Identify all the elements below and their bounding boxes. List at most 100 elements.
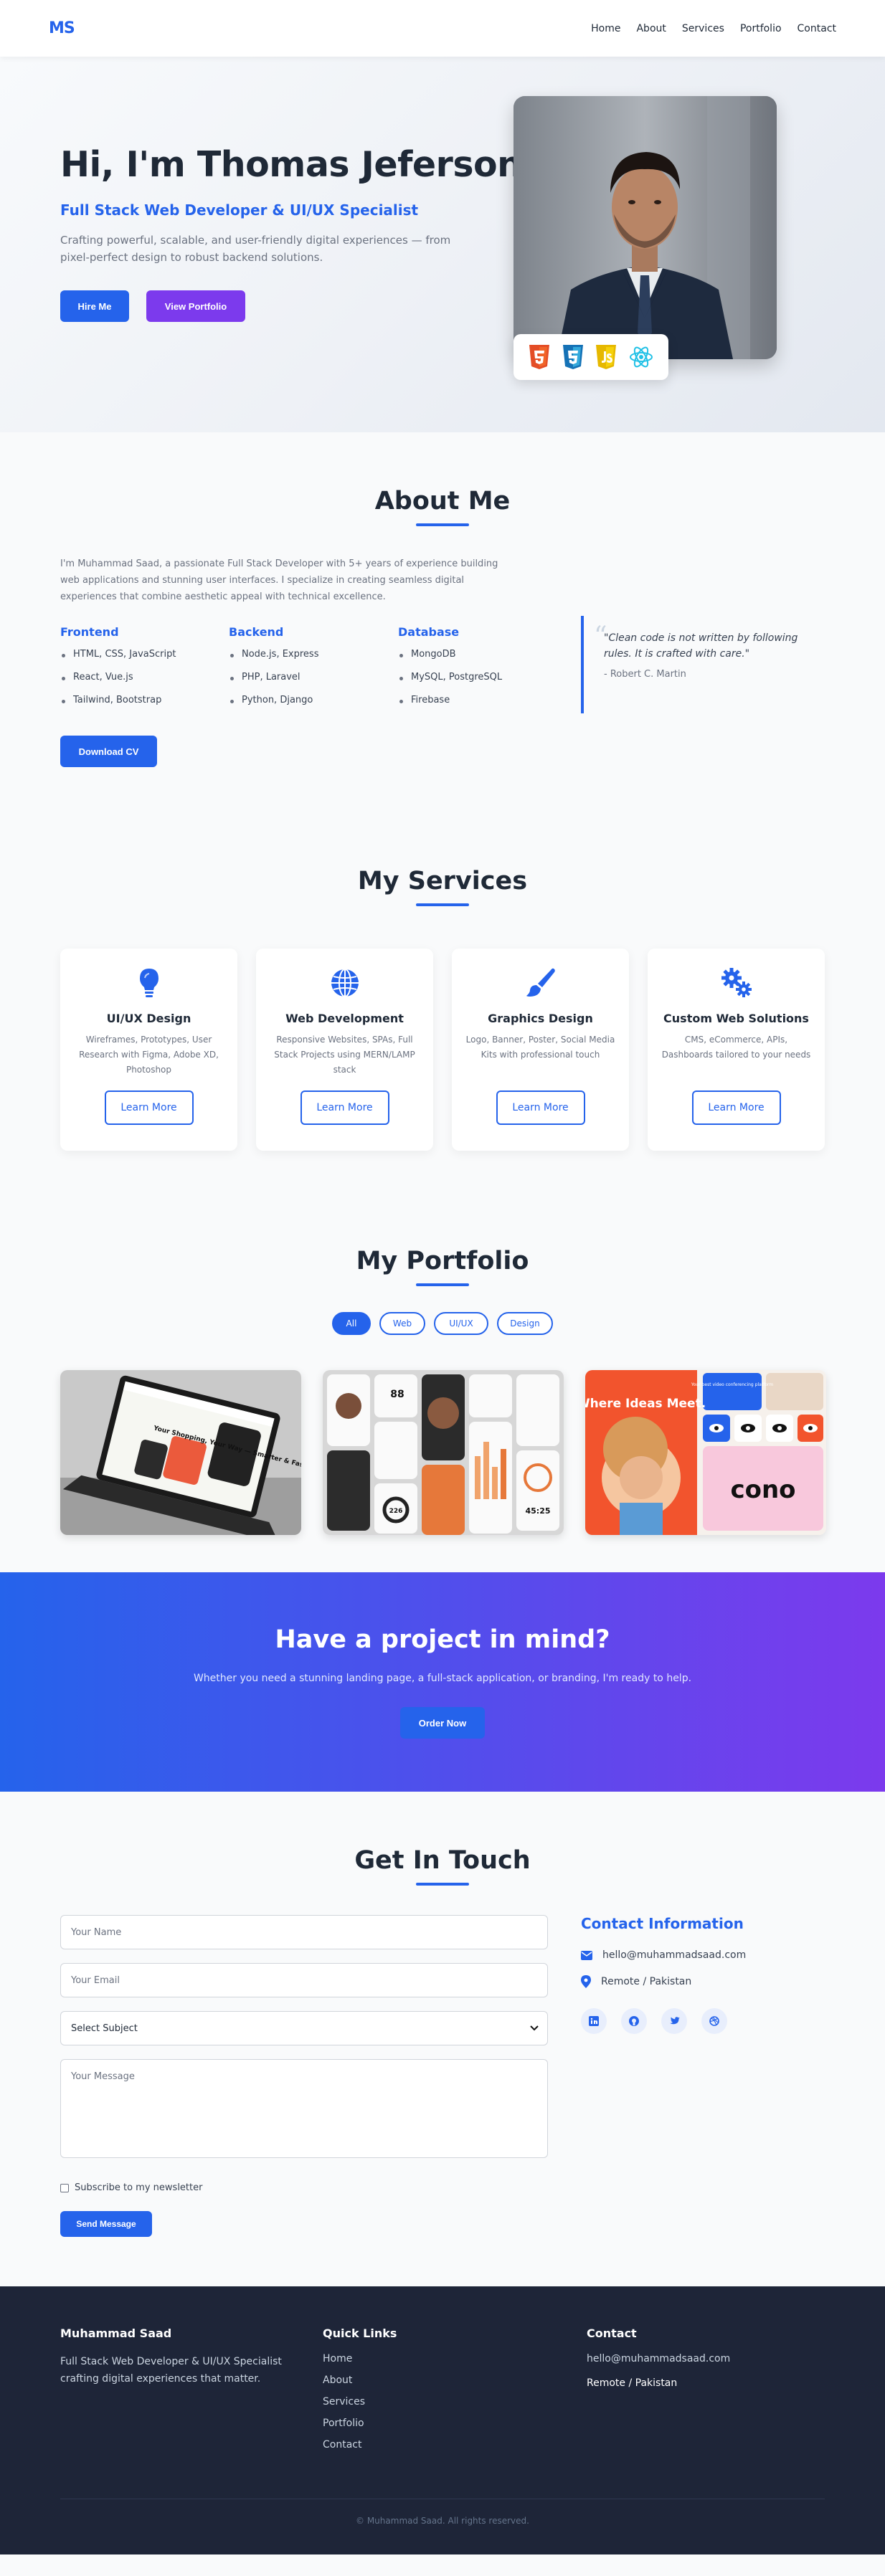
footer-location: Remote / Pakistan <box>587 2377 678 2389</box>
order-now-button[interactable]: Order Now <box>400 1707 485 1739</box>
skill-heading: Frontend <box>60 625 119 639</box>
linkedin-icon[interactable] <box>581 2008 607 2034</box>
css3-icon <box>562 344 585 370</box>
contact-title: Get In Touch <box>354 1846 531 1875</box>
filter-all[interactable]: All <box>332 1312 371 1335</box>
skill-heading: Backend <box>229 625 284 639</box>
html5-icon <box>528 344 551 370</box>
fitness-stat-text: 45:25 <box>525 1506 550 1516</box>
contact-location-text: Remote / Pakistan <box>601 1976 692 1987</box>
portfolio-filters: All Web UI/UX Design <box>60 1312 825 1335</box>
skill-backend: Backend Node.js, Express PHP, Laravel Py… <box>229 625 387 718</box>
learn-more-button[interactable]: Learn More <box>496 1090 585 1125</box>
nav-menu: Home About Services Portfolio Contact <box>591 23 836 34</box>
newsletter-checkbox[interactable]: Subscribe to my newsletter <box>60 2182 202 2193</box>
globe-icon <box>328 966 362 1000</box>
nav-portfolio-link[interactable]: Portfolio <box>740 23 782 34</box>
footer-email-link[interactable]: hello@muhammadsaad.com <box>587 2353 830 2364</box>
portfolio-item-conference[interactable]: Where Ideas Meet. Your best video confer… <box>585 1370 826 1535</box>
hire-me-button[interactable]: Hire Me <box>60 290 129 322</box>
footer-link-portfolio[interactable]: Portfolio <box>323 2418 567 2429</box>
footer-link-services[interactable]: Services <box>323 2396 567 2408</box>
service-desc: Responsive Websites, SPAs, Full Stack Pr… <box>274 1035 415 1075</box>
nav-about-link[interactable]: About <box>636 23 666 34</box>
dribbble-icon[interactable] <box>701 2008 727 2034</box>
contact-location: Remote / Pakistan <box>581 1975 825 1988</box>
service-desc: CMS, eCommerce, APIs, Dashboards tailore… <box>661 1035 811 1060</box>
portfolio-section: My Portfolio All Web UI/UX Design Your S… <box>0 1195 885 1572</box>
skill-frontend: Frontend HTML, CSS, JavaScript React, Vu… <box>60 625 218 718</box>
footer-contact: Contact hello@muhammadsaad.com Remote / … <box>587 2327 830 2392</box>
skill-database: Database MongoDB MySQL, PostgreSQL Fireb… <box>398 625 556 718</box>
send-message-button[interactable]: Send Message <box>60 2211 152 2237</box>
footer-link-about[interactable]: About <box>323 2375 567 2386</box>
learn-more-button[interactable]: Learn More <box>691 1090 781 1125</box>
nav-contact-link[interactable]: Contact <box>798 23 836 34</box>
skill-item: HTML, CSS, JavaScript <box>60 649 218 660</box>
skill-heading: Database <box>398 625 460 639</box>
hero-section: Hi, I'm Thomas Jeferson Full Stack Web D… <box>0 57 885 432</box>
hero-subtitle: Full Stack Web Developer & UI/UX Special… <box>60 201 419 219</box>
service-card-custom: Custom Web Solutions CMS, eCommerce, API… <box>648 949 825 1151</box>
message-textarea[interactable]: Your Message <box>60 2059 548 2158</box>
portfolio-item-shopping[interactable]: Your Shopping, Your Way — Smarter & Fast… <box>60 1370 301 1535</box>
skill-item: PHP, Laravel <box>229 672 387 683</box>
footer-tagline: Full Stack Web Developer & UI/UX Special… <box>60 2356 282 2385</box>
paintbrush-icon <box>524 966 558 1000</box>
envelope-icon <box>581 1950 592 1960</box>
social-links <box>581 2008 825 2034</box>
filter-design[interactable]: Design <box>497 1312 553 1335</box>
service-title: UI/UX Design <box>106 1012 191 1025</box>
skill-item: Node.js, Express <box>229 649 387 660</box>
checkbox-box[interactable] <box>60 2183 69 2192</box>
service-title: Web Development <box>285 1012 404 1025</box>
map-pin-icon <box>581 1975 591 1988</box>
quote-block: “ "Clean code is not written by followin… <box>581 616 825 713</box>
footer-link-contact[interactable]: Contact <box>323 2439 567 2451</box>
learn-more-button[interactable]: Learn More <box>104 1090 194 1125</box>
newsletter-label: Subscribe to my newsletter <box>75 2182 203 2193</box>
ideas-heading-text: Where Ideas Meet. <box>585 1397 706 1411</box>
github-icon[interactable] <box>621 2008 647 2034</box>
javascript-icon <box>595 344 617 370</box>
portfolio-item-fitness[interactable]: 88 45:25 226 <box>323 1370 564 1535</box>
filter-web[interactable]: Web <box>379 1312 425 1335</box>
services-title: My Services <box>357 867 528 895</box>
footer-contact-title: Contact <box>587 2327 637 2340</box>
skill-item: React, Vue.js <box>60 672 218 683</box>
nav-home-link[interactable]: Home <box>591 23 620 34</box>
contact-email: hello@muhammadsaad.com <box>581 1949 825 1961</box>
cta-title: Have a project in mind? <box>275 1625 610 1654</box>
tech-icons-bar <box>514 334 668 380</box>
quote-mark-icon: “ <box>594 622 607 651</box>
about-title: About Me <box>374 487 511 515</box>
service-desc: Wireframes, Prototypes, User Research wi… <box>79 1035 219 1075</box>
footer: Muhammad Saad Full Stack Web Developer &… <box>0 2286 885 2554</box>
contact-email-text[interactable]: hello@muhammadsaad.com <box>602 1949 746 1961</box>
fitness-stat-text: 88 <box>390 1389 404 1400</box>
subject-select[interactable]: Select Subject <box>60 2011 548 2045</box>
download-cv-button[interactable]: Download CV <box>60 736 157 767</box>
gears-icon <box>719 966 754 1000</box>
ideas-caption-text: Your best video conferencing platform <box>691 1382 773 1387</box>
nav-services-link[interactable]: Services <box>682 23 724 34</box>
about-intro: I'm Muhammad Saad, a passionate Full Sta… <box>60 559 498 602</box>
about-section: About Me I'm Muhammad Saad, a passionate… <box>0 432 885 817</box>
title-underline <box>416 903 469 906</box>
logo[interactable]: MS <box>49 19 75 37</box>
filter-uiux[interactable]: UI/UX <box>434 1312 488 1335</box>
quote-author: - Robert C. Martin <box>604 669 686 680</box>
contact-info: Contact Information hello@muhammadsaad.c… <box>581 1915 825 2034</box>
footer-link-home[interactable]: Home <box>323 2353 567 2364</box>
view-portfolio-button[interactable]: View Portfolio <box>146 290 245 322</box>
skill-item: MongoDB <box>398 649 556 660</box>
learn-more-button[interactable]: Learn More <box>300 1090 389 1125</box>
contact-info-title: Contact Information <box>581 1915 744 1932</box>
email-input[interactable]: Your Email <box>60 1963 548 1997</box>
service-title: Custom Web Solutions <box>663 1012 809 1025</box>
name-input[interactable]: Your Name <box>60 1915 548 1949</box>
skill-item: Firebase <box>398 695 556 705</box>
skill-item: Python, Django <box>229 695 387 705</box>
twitter-icon[interactable] <box>661 2008 687 2034</box>
fitness-stat-text: 226 <box>389 1508 403 1515</box>
